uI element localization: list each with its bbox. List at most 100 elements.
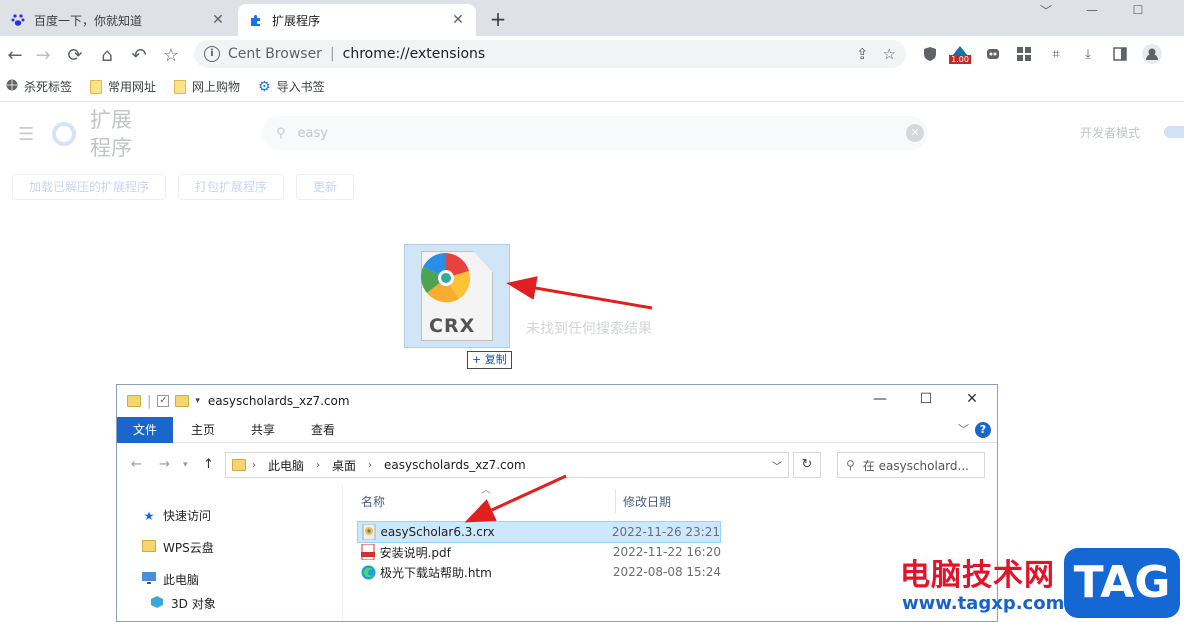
ribbon-tab-file[interactable]: 文件 (117, 416, 174, 443)
bookmark-item[interactable]: 杀死标签 (6, 78, 72, 95)
ribbon-tab-share[interactable]: 共享 (233, 417, 293, 443)
close-button[interactable]: ✕ (949, 391, 995, 407)
tab-baidu[interactable]: 百度一下，你就知道 ✕ (0, 4, 236, 36)
folder-icon (141, 540, 157, 555)
back-button[interactable]: ← (2, 42, 28, 68)
share-icon[interactable]: ⇪ (856, 45, 869, 63)
pdf-file-icon (361, 544, 376, 560)
chevron-down-icon[interactable]: ﹀ (772, 458, 782, 473)
reload-button[interactable]: ⟳ (62, 42, 88, 68)
update-button[interactable]: 更新 (296, 174, 355, 200)
file-date: 2022-11-26 23:21 (611, 525, 720, 539)
tab-extensions[interactable]: 扩展程序 ✕ (238, 4, 476, 36)
back-icon[interactable]: ← (131, 457, 142, 472)
extensions-grid-icon[interactable] (1014, 44, 1034, 64)
ribbon-tab-home[interactable]: 主页 (173, 417, 233, 443)
developer-mode-label: 开发者模式 (1080, 126, 1141, 140)
pack-extension-button[interactable]: 打包扩展程序 (178, 174, 285, 200)
nav-item-quick-access[interactable]: ★ 快速访问 (141, 507, 211, 524)
crx-file-icon (362, 524, 376, 540)
new-tab-button[interactable]: + (486, 8, 510, 32)
minimize-button[interactable]: — (857, 391, 903, 407)
load-unpacked-button[interactable]: 加载已解压的扩展程序 (12, 174, 167, 200)
star-icon: ★ (143, 508, 155, 523)
sort-ascending-icon: ︿ (481, 485, 491, 496)
breadcrumb-item[interactable]: 此电脑 (268, 457, 304, 474)
forward-icon[interactable]: → (159, 457, 170, 472)
chevron-right-icon[interactable]: › (252, 460, 256, 471)
bookmark-item[interactable]: 常用网址 (90, 78, 156, 95)
ribbon-tab-view[interactable]: 查看 (293, 417, 353, 443)
search-icon: ⚲ (846, 458, 855, 472)
explorer-search-input[interactable]: ⚲ 在 easyscholard... (837, 452, 985, 478)
bookmark-item[interactable]: ⚙ 导入书签 (258, 78, 325, 95)
download-icon[interactable]: ⤓ (1078, 44, 1098, 64)
minimize-button[interactable]: — (1072, 0, 1112, 20)
tab-search-chevron-icon[interactable]: ﹀ (1026, 0, 1066, 20)
close-icon[interactable]: ✕ (450, 12, 466, 28)
file-row[interactable]: easyScholar6.3.crx 2022-11-26 23:21 (357, 521, 721, 543)
breadcrumb-item[interactable]: 桌面 (332, 457, 356, 474)
explorer-titlebar: | ✓ ▾ easyscholards_xz7.com — ☐ ✕ (117, 385, 997, 417)
bookmark-label: 导入书签 (276, 80, 325, 94)
nav-item-3d-objects[interactable]: 3D 对象 (149, 595, 216, 612)
menu-icon[interactable]: ☰ (18, 124, 36, 145)
bookmarks-bar: 杀死标签 常用网址 网上购物 ⚙ 导入书签 (0, 72, 1184, 102)
search-icon: ⚲ (276, 125, 286, 141)
computer-icon (141, 572, 157, 587)
search-placeholder: 在 easyscholard... (862, 458, 969, 473)
home-button[interactable]: ⌂ (94, 42, 120, 68)
refresh-button[interactable]: ↻ (793, 452, 821, 478)
shield-extension-icon[interactable] (920, 44, 940, 64)
chevron-right-icon[interactable]: › (368, 460, 372, 471)
column-header-modified[interactable]: 修改日期 (623, 493, 671, 510)
column-separator[interactable] (615, 489, 616, 513)
extensions-search-input[interactable]: ⚲ easy ✕ (262, 116, 928, 150)
maximize-button[interactable]: ☐ (1118, 0, 1158, 20)
omnibox-separator: | (329, 46, 335, 62)
up-icon[interactable]: ↑ (203, 457, 214, 472)
clear-search-icon[interactable]: ✕ (906, 124, 924, 142)
explorer-ribbon: 文件 主页 共享 查看 (117, 416, 997, 443)
folder-icon (232, 459, 246, 471)
crop-icon[interactable]: ⌗ (1046, 44, 1066, 64)
properties-icon[interactable]: ✓ (157, 395, 170, 407)
tab-title: 百度一下，你就知道 (34, 13, 143, 28)
speed-extension-icon[interactable]: 1.00 (949, 44, 971, 64)
info-icon[interactable]: i (204, 46, 220, 62)
close-icon[interactable]: ✕ (210, 12, 226, 28)
address-bar[interactable]: i Cent Browser | chrome://extensions ⇪ ☆ (194, 40, 906, 68)
chevron-right-icon[interactable]: › (316, 460, 320, 471)
sidepanel-icon[interactable] (1110, 44, 1130, 64)
developer-mode-toggle[interactable] (1164, 126, 1184, 138)
bookmark-item[interactable]: 网上购物 (174, 78, 240, 95)
explorer-address-bar[interactable]: › 此电脑 › 桌面 › easyscholards_xz7.com ﹀ (225, 452, 789, 478)
url-text[interactable]: chrome://extensions (343, 46, 486, 62)
extension-badge: 1.00 (949, 55, 971, 64)
expand-ribbon-icon[interactable]: ﹀ (958, 421, 969, 437)
navigation-pane: ★ 快速访问 WPS云盘 此电脑 3D 对象 (117, 485, 343, 621)
recent-locations-icon[interactable]: ▾ (183, 460, 188, 470)
breadcrumb-item[interactable]: easyscholards_xz7.com (384, 458, 526, 472)
new-folder-icon[interactable] (175, 395, 190, 407)
maximize-button[interactable]: ☐ (903, 391, 949, 407)
file-row[interactable]: 极光下载站帮助.htm 2022-08-08 15:24 (357, 561, 721, 583)
watermark-tag-logo: TAG (1064, 548, 1180, 618)
folder-icon (174, 79, 187, 94)
nav-item-wps[interactable]: WPS云盘 (141, 539, 214, 556)
nav-label: 此电脑 (163, 573, 200, 587)
bookmark-star-button[interactable]: ☆ (158, 42, 184, 68)
nav-item-this-pc[interactable]: 此电脑 (141, 571, 199, 588)
help-icon[interactable]: ? (975, 422, 991, 438)
forward-button[interactable]: → (30, 42, 56, 68)
column-header-name[interactable]: 名称 (361, 493, 385, 510)
profile-avatar-icon[interactable] (1142, 44, 1162, 64)
customize-qa-icon[interactable]: ▾ (195, 396, 200, 406)
file-row[interactable]: 安装说明.pdf 2022-11-22 16:20 (357, 541, 721, 563)
star-icon[interactable]: ☆ (883, 45, 896, 63)
undo-close-button[interactable]: ↶ (126, 42, 152, 68)
tab-title: 扩展程序 (272, 13, 321, 28)
folder-icon (127, 395, 141, 407)
dragged-crx-file[interactable]: CRX (404, 244, 510, 348)
user-extension-icon[interactable] (983, 44, 1003, 64)
